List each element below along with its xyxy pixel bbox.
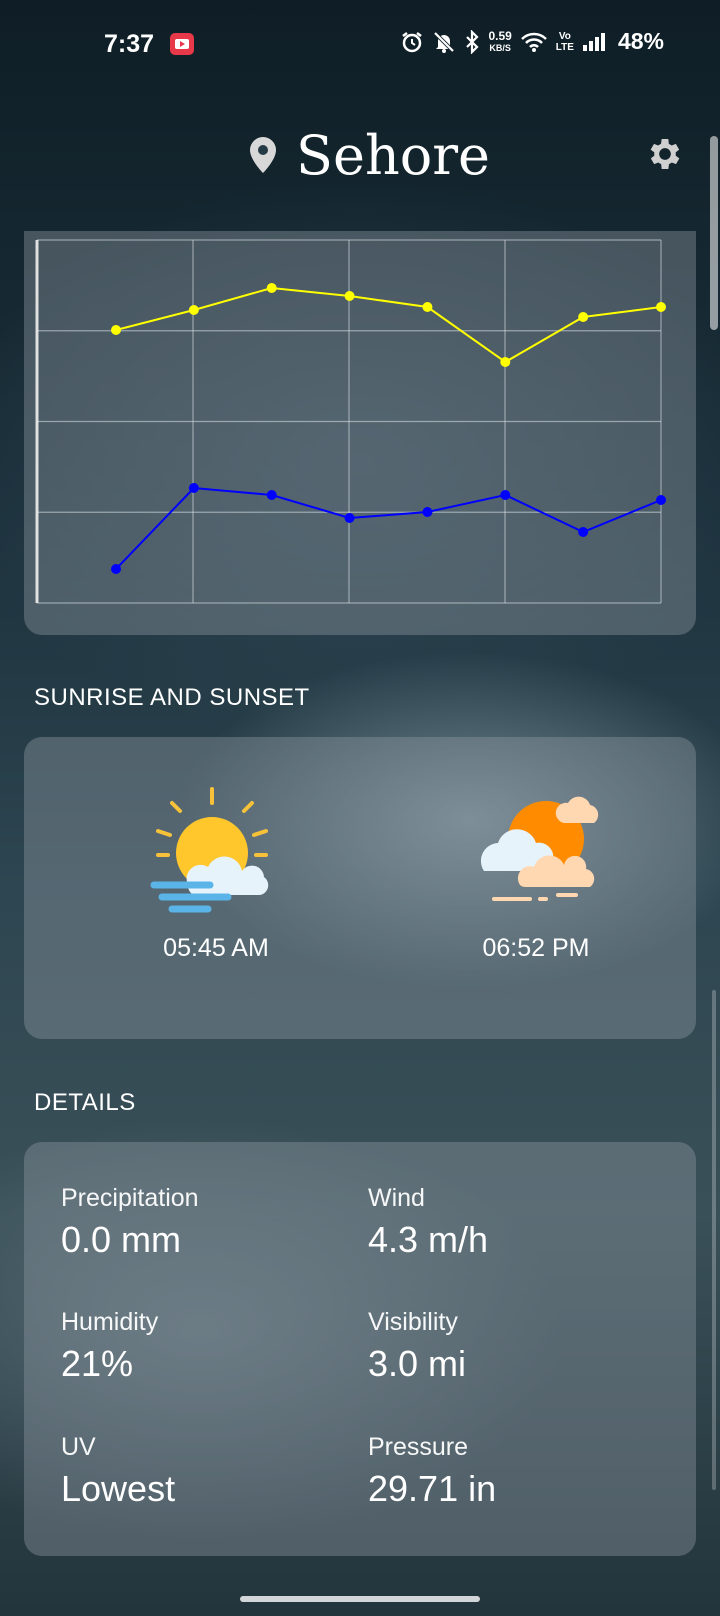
data-point bbox=[111, 564, 121, 574]
details-title: DETAILS bbox=[34, 1089, 136, 1116]
sunrise-block: 05:45 AM bbox=[116, 785, 316, 963]
header: Sehore bbox=[0, 120, 720, 200]
detail-pressure: Pressure 29.71 in bbox=[368, 1433, 496, 1510]
details-card: Precipitation 0.0 mm Wind 4.3 m/h Humidi… bbox=[24, 1142, 696, 1556]
sunset-time: 06:52 PM bbox=[482, 934, 590, 962]
data-point bbox=[266, 490, 277, 500]
battery-percent: 48% bbox=[617, 28, 664, 54]
net-speed-value: 0.59 bbox=[488, 28, 512, 43]
detail-humidity: Humidity 21% bbox=[61, 1308, 158, 1385]
temperature-chart-card bbox=[24, 231, 696, 635]
do-not-disturb-icon bbox=[434, 31, 455, 53]
city-name: Sehore bbox=[296, 124, 491, 187]
sunset-icon bbox=[480, 796, 599, 901]
data-point bbox=[578, 312, 589, 322]
detail-value: 4.3 m/h bbox=[368, 1219, 489, 1260]
sunset-block: 06:52 PM bbox=[436, 785, 636, 963]
signal-icon bbox=[582, 32, 605, 51]
net-speed-unit: KB/S bbox=[489, 42, 511, 53]
detail-value: 0.0 mm bbox=[61, 1219, 182, 1260]
data-point bbox=[500, 357, 511, 367]
detail-wind: Wind 4.3 m/h bbox=[368, 1184, 488, 1261]
detail-label: Precipitation bbox=[61, 1184, 199, 1212]
data-point bbox=[500, 490, 511, 500]
home-indicator[interactable] bbox=[240, 1596, 480, 1602]
settings-icon[interactable] bbox=[645, 134, 685, 174]
status-icons: 0.59 KB/S Vo LTE 48% bbox=[400, 28, 664, 55]
sunrise-sunset-card: 05:45 AM 06:52 PM bbox=[24, 737, 696, 1039]
detail-label: Wind bbox=[368, 1184, 425, 1212]
data-point bbox=[344, 513, 355, 523]
status-bar: 7:37 0.59 KB/S Vo LTE 48% bbox=[0, 0, 720, 92]
detail-label: Pressure bbox=[368, 1433, 469, 1461]
data-point bbox=[111, 325, 121, 335]
detail-value: 3.0 mi bbox=[368, 1343, 467, 1384]
sunrise-sunset-title: SUNRISE AND SUNSET bbox=[34, 684, 310, 711]
detail-precipitation: Precipitation 0.0 mm bbox=[61, 1184, 199, 1261]
location-pin-icon bbox=[250, 137, 276, 173]
detail-uv: UV Lowest bbox=[61, 1433, 175, 1510]
series-line-0 bbox=[115, 286, 662, 364]
scroll-track[interactable] bbox=[712, 990, 716, 1490]
data-point bbox=[188, 483, 199, 493]
net-speed: 0.59 KB/S bbox=[488, 30, 511, 54]
volte-indicator: Vo LTE bbox=[556, 31, 574, 53]
data-point bbox=[344, 291, 355, 301]
youtube-notification-icon bbox=[170, 33, 194, 55]
data-point bbox=[188, 305, 199, 315]
volte-top: Vo bbox=[558, 30, 571, 42]
bluetooth-icon bbox=[466, 29, 479, 54]
data-point bbox=[578, 527, 589, 537]
detail-label: Visibility bbox=[368, 1308, 458, 1336]
detail-value: 21% bbox=[61, 1343, 134, 1384]
detail-label: Humidity bbox=[61, 1308, 159, 1336]
detail-visibility: Visibility 3.0 mi bbox=[368, 1308, 466, 1385]
data-point bbox=[422, 507, 433, 517]
alarm-icon bbox=[402, 31, 423, 52]
data-point bbox=[422, 302, 433, 312]
temperature-chart bbox=[35, 239, 666, 604]
scroll-thumb-top[interactable] bbox=[710, 136, 718, 330]
status-time: 7:37 bbox=[104, 30, 155, 58]
data-point bbox=[266, 283, 277, 293]
detail-label: UV bbox=[61, 1433, 96, 1461]
sunrise-icon bbox=[150, 787, 269, 913]
sunrise-time: 05:45 AM bbox=[163, 934, 269, 962]
data-point bbox=[656, 495, 666, 505]
volte-bottom: LTE bbox=[555, 41, 574, 53]
detail-value: 29.71 in bbox=[368, 1468, 497, 1509]
series-line-1 bbox=[115, 486, 662, 570]
data-point bbox=[656, 302, 666, 312]
detail-value: Lowest bbox=[61, 1468, 176, 1509]
wifi-icon bbox=[520, 32, 547, 52]
